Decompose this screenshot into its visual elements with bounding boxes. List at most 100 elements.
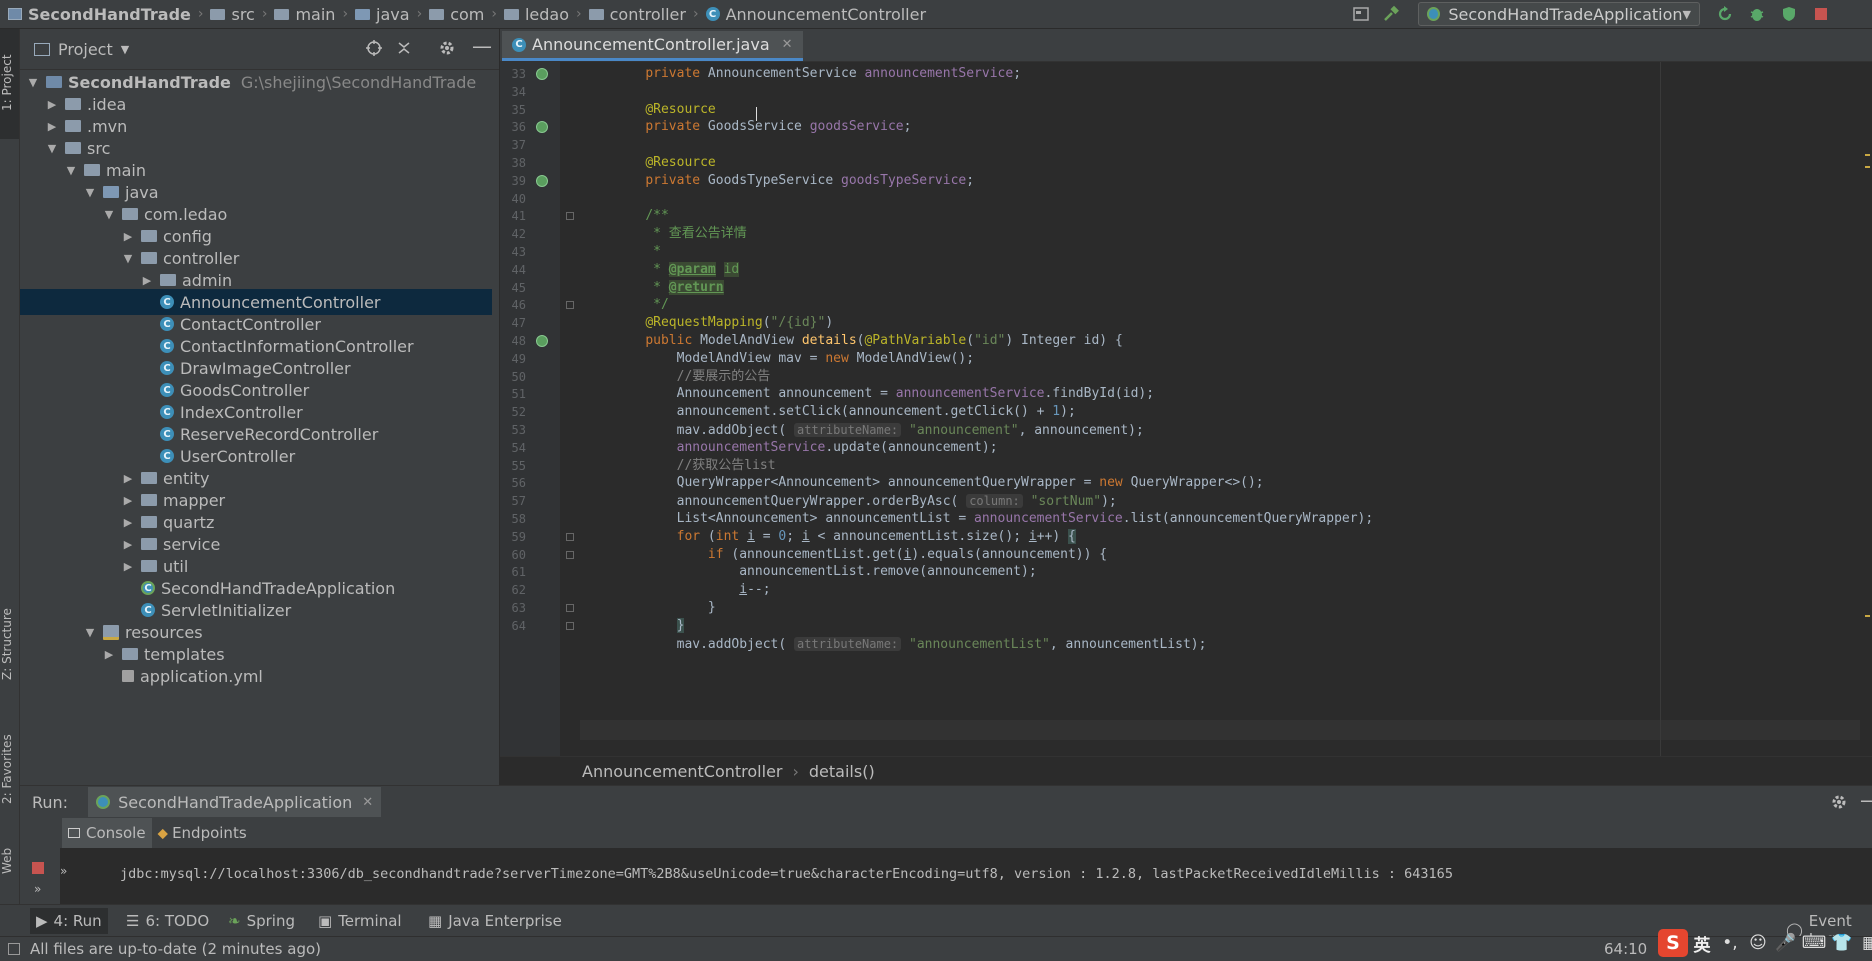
collapse-arrow-icon[interactable]: ▶ — [121, 230, 135, 243]
java-enterprise-tool-button[interactable]: ▦ Java Enterprise — [428, 912, 562, 930]
collapse-arrow-icon[interactable]: ▶ — [102, 648, 116, 661]
close-icon[interactable]: ✕ — [782, 37, 793, 52]
fold-marker-icon[interactable] — [566, 550, 574, 559]
collapse-arrow-icon[interactable]: ▶ — [121, 516, 135, 529]
expand-arrow-icon[interactable]: ▼ — [64, 164, 78, 177]
project-tool-tab[interactable]: 1: Project — [0, 43, 19, 123]
tree-item-label: ContactInformationController — [180, 336, 414, 356]
collapse-arrow-icon[interactable]: ▶ — [121, 472, 135, 485]
fold-marker-icon[interactable] — [566, 532, 574, 541]
bean-injection-icon[interactable] — [536, 68, 548, 80]
minimize-icon[interactable]: — — [1860, 788, 1872, 812]
fold-marker-icon[interactable] — [566, 212, 574, 221]
editor-breadcrumb: AnnouncementController › details() — [500, 756, 1872, 785]
package-icon — [141, 230, 157, 242]
endpoints-tab[interactable]: ⬥ Endpoints — [158, 824, 247, 842]
run-configuration-select[interactable]: SecondHandTradeApplication ▼ — [1418, 2, 1700, 26]
class-icon: C — [160, 339, 174, 353]
collapse-arrow-icon[interactable]: ▶ — [121, 560, 135, 573]
editor-scrollbar[interactable] — [1862, 62, 1872, 756]
chevron-down-icon[interactable]: ▼ — [121, 43, 129, 56]
editor-tab-announcement-controller[interactable]: C AnnouncementController.java ✕ — [502, 31, 803, 61]
web-tool-tab[interactable]: Web — [0, 841, 19, 881]
more-icon[interactable]: » — [34, 882, 41, 896]
list-icon: ☰ — [126, 912, 140, 930]
more-icon[interactable]: » — [60, 864, 67, 878]
breadcrumb-class[interactable]: C AnnouncementController — [705, 5, 926, 24]
rerun-icon[interactable] — [1716, 5, 1734, 23]
collapse-arrow-icon[interactable]: ▶ — [45, 98, 59, 111]
breadcrumb-java[interactable]: java › — [355, 5, 429, 24]
breadcrumb-ledao[interactable]: ledao › — [503, 5, 589, 24]
debug-bug-icon[interactable] — [1748, 5, 1766, 23]
skin-icon[interactable]: 👕 — [1828, 929, 1856, 957]
code-line[interactable]: private GoodsTypeService goodsTypeServic… — [614, 171, 974, 191]
gear-icon[interactable] — [1830, 793, 1848, 811]
line-number: 53 — [511, 423, 526, 437]
collapse-all-icon[interactable] — [395, 39, 413, 57]
marker-warning — [1865, 154, 1870, 156]
structure-tool-tab[interactable]: Z: Structure — [0, 589, 19, 699]
expand-arrow-icon[interactable]: ▼ — [45, 142, 59, 155]
ime-language-toggle[interactable]: 英 — [1688, 929, 1716, 957]
coverage-shield-icon[interactable] — [1780, 5, 1798, 23]
microphone-icon[interactable]: 🎤 — [1772, 929, 1800, 957]
breadcrumb-method[interactable]: details() — [809, 762, 875, 781]
favorites-tool-tab[interactable]: 2: Favorites — [0, 719, 19, 819]
spring-boot-icon — [96, 795, 111, 809]
expand-arrow-icon[interactable]: ▼ — [83, 186, 97, 199]
class-icon: C — [160, 361, 174, 375]
code-line[interactable]: private GoodsService goodsService; — [614, 117, 911, 137]
code-line[interactable]: private AnnouncementService announcement… — [614, 64, 1021, 84]
tree-item[interactable]: ▶application.yml — [20, 663, 492, 689]
crumb-label: java — [376, 4, 410, 24]
code-line[interactable]: mav.addObject( attributeName: "announcem… — [614, 634, 1206, 654]
breadcrumb-controller[interactable]: controller › — [588, 5, 706, 24]
bean-injection-icon[interactable] — [536, 335, 548, 347]
expand-arrow-icon[interactable]: ▼ — [121, 252, 135, 265]
breadcrumb-class[interactable]: AnnouncementController — [582, 762, 782, 781]
breadcrumb-project[interactable]: SecondHandTrade › — [28, 5, 210, 24]
collapse-arrow-icon[interactable]: ▶ — [140, 274, 154, 287]
expand-arrow-icon[interactable]: ▼ — [102, 208, 116, 221]
minimize-icon[interactable]: — — [472, 34, 492, 58]
line-number: 45 — [511, 280, 526, 295]
sogou-ime-logo[interactable]: S — [1658, 929, 1688, 957]
emoji-icon[interactable]: ☺ — [1744, 929, 1772, 957]
layout-icon[interactable] — [1352, 5, 1370, 23]
expand-arrow-icon[interactable]: ▼ — [26, 76, 40, 89]
fold-marker-icon[interactable] — [566, 621, 574, 630]
tree-item-label: util — [163, 556, 189, 576]
collapse-arrow-icon[interactable]: ▶ — [121, 538, 135, 551]
stop-icon[interactable] — [30, 860, 46, 876]
spring-tool-button[interactable]: ❧ Spring — [228, 912, 295, 930]
caret-position[interactable]: 64:10 — [1604, 940, 1647, 958]
build-hammer-icon[interactable] — [1382, 5, 1400, 23]
gear-icon[interactable] — [438, 39, 456, 57]
punctuation-icon[interactable]: •, — [1716, 929, 1744, 957]
breadcrumb-com[interactable]: com › — [429, 5, 504, 24]
locate-target-icon[interactable] — [365, 39, 383, 57]
close-icon[interactable]: ✕ — [362, 795, 373, 810]
run-tool-button[interactable]: ▶ 4: Run — [30, 908, 108, 934]
collapse-arrow-icon[interactable]: ▶ — [121, 494, 135, 507]
fold-marker-icon[interactable] — [566, 604, 574, 612]
collapse-arrow-icon[interactable]: ▶ — [45, 120, 59, 133]
breadcrumb-main[interactable]: main › — [274, 5, 355, 24]
line-number: 36 — [511, 120, 526, 135]
breadcrumb-src[interactable]: src › — [210, 5, 274, 24]
folder-icon — [503, 8, 519, 20]
status-square-icon[interactable] — [8, 943, 20, 955]
console-tab[interactable]: Console — [62, 818, 152, 848]
tree-item-label: templates — [144, 644, 225, 664]
project-panel: Project ▼ — ▼ SecondHandTrade G:\shejiing\… — [20, 29, 517, 785]
toolbox-icon[interactable]: ▦ — [1856, 929, 1872, 957]
terminal-tool-button[interactable]: ▣ Terminal — [318, 912, 402, 930]
stop-icon[interactable] — [1812, 5, 1830, 23]
run-config-tab[interactable]: SecondHandTradeApplication ✕ — [88, 787, 382, 817]
fold-marker-icon[interactable] — [566, 301, 574, 310]
bean-injection-icon[interactable] — [536, 174, 548, 187]
expand-arrow-icon[interactable]: ▼ — [83, 626, 97, 639]
todo-tool-button[interactable]: ☰ 6: TODO — [126, 912, 209, 930]
keyboard-icon[interactable]: ⌨ — [1800, 929, 1828, 957]
